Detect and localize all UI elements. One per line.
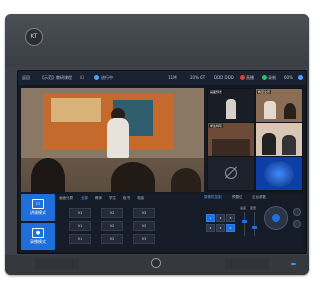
zoom-in-icon[interactable] bbox=[293, 208, 301, 216]
layout-cell[interactable]: V1 bbox=[69, 234, 91, 244]
mode-label: 录播模式 bbox=[30, 239, 46, 244]
camera-thumbnails-panel: 画面预览 教室全景 学生特写 bbox=[207, 88, 303, 192]
thumb-figure bbox=[282, 135, 296, 155]
student-silhouette bbox=[171, 168, 201, 192]
camera-icon: ● bbox=[32, 228, 44, 238]
thumb-label: 画面预览 bbox=[209, 90, 224, 94]
preset-key[interactable]: 2 bbox=[216, 214, 225, 222]
monitor-icon: ▭ bbox=[32, 199, 44, 209]
course-title: 【示范】教研课程 bbox=[40, 75, 72, 80]
thumb-label: 学生特写 bbox=[209, 124, 224, 128]
desktop-wallpaper bbox=[264, 161, 294, 187]
back-button[interactable]: 返回 bbox=[22, 75, 30, 81]
info-item-2: 20% 6T bbox=[190, 75, 206, 80]
preset-key[interactable]: 3 bbox=[226, 214, 235, 222]
direction-pad[interactable] bbox=[264, 206, 288, 230]
tab-all[interactable]: 全部 bbox=[81, 196, 88, 201]
thumb-figure bbox=[264, 101, 276, 119]
slider-knob[interactable] bbox=[252, 226, 257, 229]
tab-camera-control[interactable]: 摄像机控制 bbox=[204, 195, 222, 200]
brand-logo: KT bbox=[25, 28, 43, 46]
top-status-bar: 返回 【示范】教研课程 ID 进行中 11M 20% 6T DDD DDD 直播… bbox=[18, 71, 306, 85]
speaker-grille-left bbox=[35, 259, 79, 269]
thumb-figure bbox=[212, 139, 250, 156]
camera-thumb-off[interactable] bbox=[208, 157, 254, 190]
tab-pc[interactable]: 电脑 bbox=[137, 196, 144, 201]
layout-cell[interactable]: V1 bbox=[69, 221, 91, 231]
status-led bbox=[291, 263, 296, 265]
tab-board[interactable]: 板书 bbox=[123, 196, 130, 201]
touch-screen: 返回 【示范】教研课程 ID 进行中 11M 20% 6T DDD DDD 直播… bbox=[17, 70, 307, 254]
student-silhouette bbox=[111, 162, 155, 192]
zoom-label: 变倍 bbox=[250, 206, 257, 210]
network-label: 60% bbox=[284, 75, 293, 80]
layout-cell[interactable]: V3 bbox=[133, 234, 155, 244]
layout-cell[interactable]: V2 bbox=[101, 221, 123, 231]
slider-knob[interactable] bbox=[242, 220, 247, 223]
mode-label: 讲课模式 bbox=[30, 210, 46, 215]
recording-mode-button[interactable]: ● 录播模式 bbox=[21, 223, 55, 250]
main-video-preview[interactable] bbox=[21, 88, 204, 192]
camera-thumb[interactable]: 学生特写 bbox=[208, 123, 254, 156]
preset-key[interactable]: 1 bbox=[206, 214, 215, 222]
camera-thumb[interactable]: 教室全景 bbox=[256, 89, 302, 122]
thumb-label: 教室全景 bbox=[257, 90, 272, 94]
speed-slider[interactable] bbox=[242, 212, 247, 236]
settings-icon[interactable] bbox=[298, 75, 303, 80]
status-dot-icon bbox=[94, 75, 99, 80]
teacher-figure bbox=[107, 118, 129, 158]
ptz-control-panel: 摄像机控制 预置位 云台参数 1 2 3 4 5 6 速度 变倍 bbox=[202, 194, 303, 252]
layout-tabs: 画面分屏 全部 教师 学生 板书 电脑 bbox=[59, 195, 199, 202]
zoom-out-icon[interactable] bbox=[293, 220, 301, 228]
power-button[interactable] bbox=[151, 258, 161, 268]
speed-label: 速度 bbox=[240, 206, 247, 210]
course-id-label: ID bbox=[80, 75, 85, 80]
thumb-figure bbox=[284, 103, 296, 119]
rec-label[interactable]: 录制 bbox=[268, 75, 276, 81]
layout-cell[interactable]: V1 bbox=[69, 208, 91, 218]
thumb-figure bbox=[262, 133, 276, 155]
layout-cell[interactable]: V2 bbox=[101, 234, 123, 244]
info-item-3: DDD DDD bbox=[214, 75, 234, 80]
camera-thumb[interactable] bbox=[256, 123, 302, 156]
camera-thumb[interactable] bbox=[256, 157, 302, 190]
tab-teacher[interactable]: 教师 bbox=[95, 196, 102, 201]
student-silhouette bbox=[31, 158, 65, 192]
tab-split[interactable]: 画面分屏 bbox=[59, 196, 73, 201]
tab-ptz-params[interactable]: 云台参数 bbox=[252, 195, 266, 200]
layout-cell[interactable]: V3 bbox=[133, 221, 155, 231]
device-frame: KT 返回 【示范】教研课程 ID 进行中 11M 20% 6T DDD DDD… bbox=[5, 14, 309, 275]
preset-key[interactable]: 6 bbox=[226, 224, 235, 232]
control-area: ▭ 讲课模式 ● 录播模式 画面分屏 全部 教师 学生 板书 电脑 V1 V2 … bbox=[21, 194, 303, 252]
tab-student[interactable]: 学生 bbox=[109, 196, 116, 201]
dpad-center-button[interactable] bbox=[272, 214, 280, 222]
preset-key[interactable]: 4 bbox=[206, 224, 215, 232]
live-dot-icon bbox=[240, 75, 245, 80]
rec-dot-icon bbox=[262, 75, 267, 80]
video-painting-detail bbox=[51, 98, 101, 122]
layout-cell[interactable]: V3 bbox=[133, 208, 155, 218]
status-label: 进行中 bbox=[101, 75, 113, 80]
tab-preset[interactable]: 预置位 bbox=[232, 195, 243, 200]
info-item-1: 11M bbox=[168, 75, 177, 80]
zoom-slider[interactable] bbox=[252, 212, 257, 236]
camera-thumb[interactable]: 画面预览 bbox=[208, 89, 254, 122]
teaching-mode-button[interactable]: ▭ 讲课模式 bbox=[21, 194, 55, 221]
layout-cell[interactable]: V2 bbox=[101, 208, 123, 218]
speaker-grille-right bbox=[225, 259, 269, 269]
live-label[interactable]: 直播 bbox=[246, 75, 254, 81]
device-top-bezel: KT bbox=[5, 14, 309, 66]
preset-key[interactable]: 5 bbox=[216, 224, 225, 232]
thumb-figure bbox=[226, 99, 236, 119]
device-chin bbox=[5, 255, 309, 275]
